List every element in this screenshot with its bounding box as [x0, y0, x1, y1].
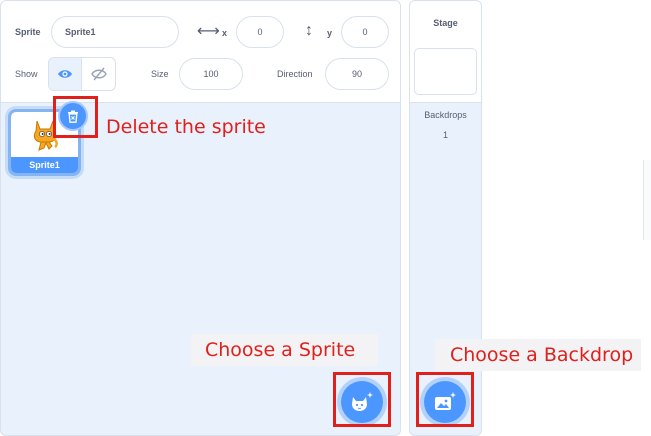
- x-input[interactable]: 0: [236, 16, 284, 48]
- size-input[interactable]: 100: [179, 58, 243, 90]
- vertical-arrows-icon: ↕: [305, 22, 313, 39]
- direction-label: Direction: [277, 69, 313, 79]
- y-label: y: [327, 28, 333, 38]
- eye-icon: [58, 70, 72, 78]
- hide-sprite-button[interactable]: [82, 58, 115, 90]
- stage-title: Stage: [433, 18, 458, 28]
- sprite-editor-area: Sprite Sprite1 ⟷ x 0 ↕ y 0 Show Size 100…: [0, 0, 651, 436]
- x-value: 0: [257, 27, 263, 37]
- sprite-name-input[interactable]: Sprite1: [51, 16, 179, 48]
- eye-slash-icon: [90, 67, 107, 81]
- size-label: Size: [151, 69, 169, 79]
- scrollbar[interactable]: [643, 160, 651, 240]
- y-value: 0: [362, 27, 368, 37]
- backdrops-count: 1: [442, 130, 448, 140]
- show-sprite-button[interactable]: [49, 58, 83, 90]
- delete-highlight-box: [53, 96, 98, 138]
- sprite-info-panel: Sprite Sprite1 ⟷ x 0 ↕ y 0 Show Size 100…: [1, 1, 400, 103]
- delete-sprite-callout: Delete the sprite: [106, 116, 266, 138]
- sprite-label: Sprite: [15, 27, 41, 37]
- sprite-name-value: Sprite1: [65, 27, 96, 37]
- choose-backdrop-highlight-box: [416, 372, 474, 427]
- direction-input[interactable]: 90: [325, 58, 389, 90]
- sprite-tile-name: Sprite1: [11, 157, 78, 173]
- y-input[interactable]: 0: [341, 16, 389, 48]
- choose-sprite-callout: Choose a Sprite: [191, 334, 378, 366]
- stage-thumbnail[interactable]: [414, 48, 477, 95]
- size-value: 100: [203, 69, 219, 79]
- visibility-toggle-group: [48, 57, 116, 91]
- direction-value: 90: [351, 69, 362, 79]
- sprite-pane: Sprite Sprite1 ⟷ x 0 ↕ y 0 Show Size 100…: [0, 0, 401, 436]
- stage-header: Stage: [410, 1, 481, 103]
- horizontal-arrows-icon: ⟷: [197, 23, 220, 40]
- show-label: Show: [15, 69, 38, 79]
- choose-backdrop-callout: Choose a Backdrop: [435, 339, 641, 371]
- x-label: x: [222, 28, 228, 38]
- choose-sprite-highlight-box: [333, 372, 391, 427]
- backdrops-label: Backdrops: [424, 110, 467, 120]
